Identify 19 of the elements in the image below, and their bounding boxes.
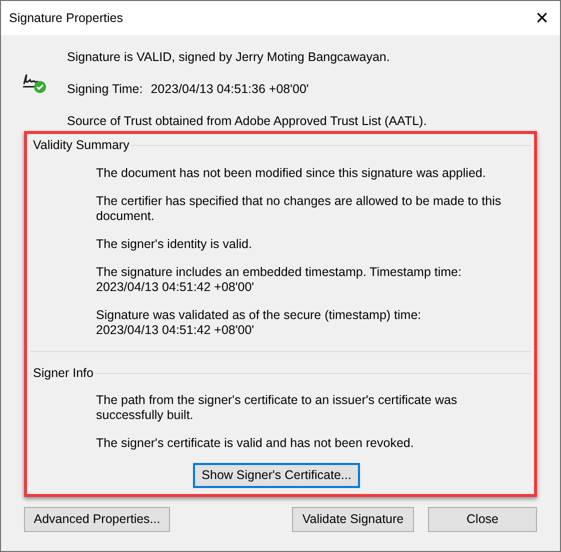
section-title: Signer Info xyxy=(33,366,96,381)
signing-time: 2023/04/13 04:51:36 +08'00' xyxy=(150,80,309,98)
status-message: The signer's identity is valid. xyxy=(96,237,253,252)
signature-status: Signature is VALID, signed by Jerry Moting Bangcawayan. xyxy=(67,49,391,66)
signing-time-label: Signing Time: xyxy=(67,80,143,98)
status-message: The document has not been modified since this signature was applied. xyxy=(96,166,487,181)
status-message: The path from the signer's certificate to an issuer's certificate was successfully built. xyxy=(96,393,458,423)
trust-source: Source of Trust obtained from Adobe Approved Trust List (AATL). xyxy=(67,112,427,130)
dialog-button[interactable]: Close xyxy=(428,507,537,532)
status-message: The signer's certificate is valid and has not been revoked. xyxy=(96,436,415,451)
section-title: Validity Summary xyxy=(33,138,132,153)
status-message: The certifier has specified that no changes are allowed to be made to this document. xyxy=(96,194,502,224)
status-message: Signature was validated as of the secure (timestamp) time: 2023/04/13 04:51:42 +08'00' xyxy=(96,308,422,338)
dialog-button[interactable]: Validate Signature xyxy=(292,507,414,532)
dialog-button[interactable]: Show Signer's Certificate... xyxy=(193,463,360,488)
window-title: Signature Properties xyxy=(9,10,123,27)
close-button[interactable]: × xyxy=(530,7,554,29)
status-message: The signature includes an embedded timestamp. Timestamp time: 2023/04/13 04:51:42 +08'00' xyxy=(96,265,462,295)
dialog-button[interactable]: Advanced Properties... xyxy=(24,507,170,532)
